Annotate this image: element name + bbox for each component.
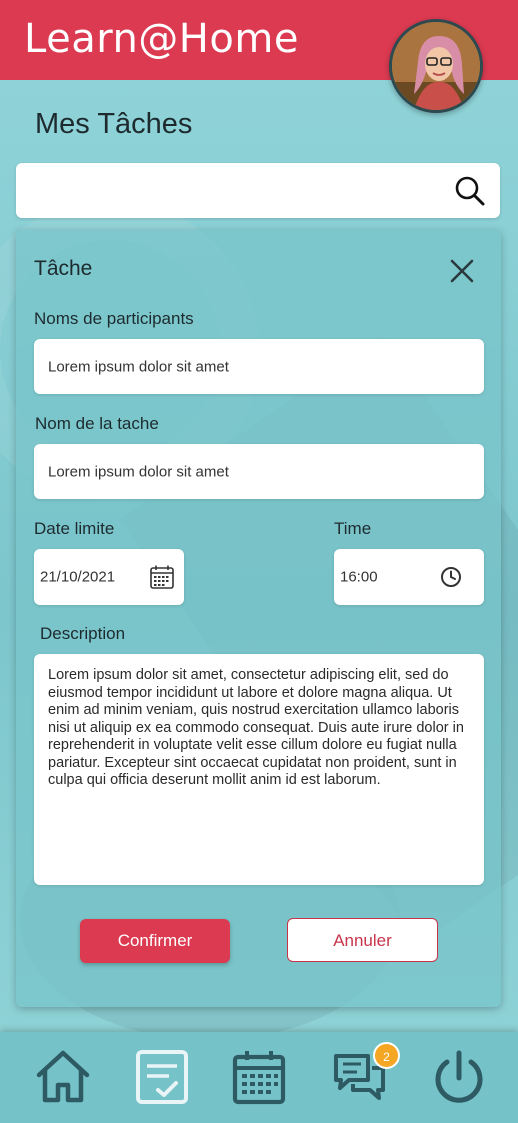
deadline-value: 21/10/2021 [40,568,116,586]
power-icon[interactable] [430,1048,488,1106]
home-icon[interactable] [34,1048,92,1106]
app-title: Learn@Home [24,16,299,62]
tasks-icon[interactable] [133,1048,191,1106]
participants-label: Noms de participants [34,309,194,328]
participants-value: Lorem ipsum dolor sit amet [48,358,229,375]
calendar-small-icon[interactable] [149,564,175,590]
avatar[interactable] [389,19,483,113]
page-title: Mes Tâches [35,108,193,140]
time-value: 16:00 [340,568,378,586]
clock-icon[interactable] [440,566,462,588]
time-field[interactable]: 16:00 [334,549,484,605]
task-name-value: Lorem ipsum dolor sit amet [48,463,229,480]
cancel-button[interactable]: Annuler [287,918,438,962]
search-bar [16,163,500,218]
task-name-field[interactable]: Lorem ipsum dolor sit amet [34,444,484,499]
search-input[interactable] [16,163,436,218]
task-modal: Tâche Noms de participants Lorem ipsum d… [16,230,501,1007]
description-field[interactable]: Lorem ipsum dolor sit amet, consectetur … [34,654,484,885]
close-icon[interactable] [449,258,475,284]
modal-title: Tâche [34,257,93,280]
search-icon[interactable] [454,175,486,207]
time-label: Time [334,519,372,538]
deadline-field[interactable]: 21/10/2021 [34,549,184,605]
confirm-button[interactable]: Confirmer [80,919,230,963]
chat-badge: 2 [373,1042,400,1069]
description-label: Description [40,624,126,643]
bottom-navigation [0,1032,518,1123]
calendar-icon[interactable] [230,1048,288,1106]
deadline-label: Date limite [34,519,115,538]
participants-field[interactable]: Lorem ipsum dolor sit amet [34,339,484,394]
task-name-label: Nom de la tache [35,414,159,433]
